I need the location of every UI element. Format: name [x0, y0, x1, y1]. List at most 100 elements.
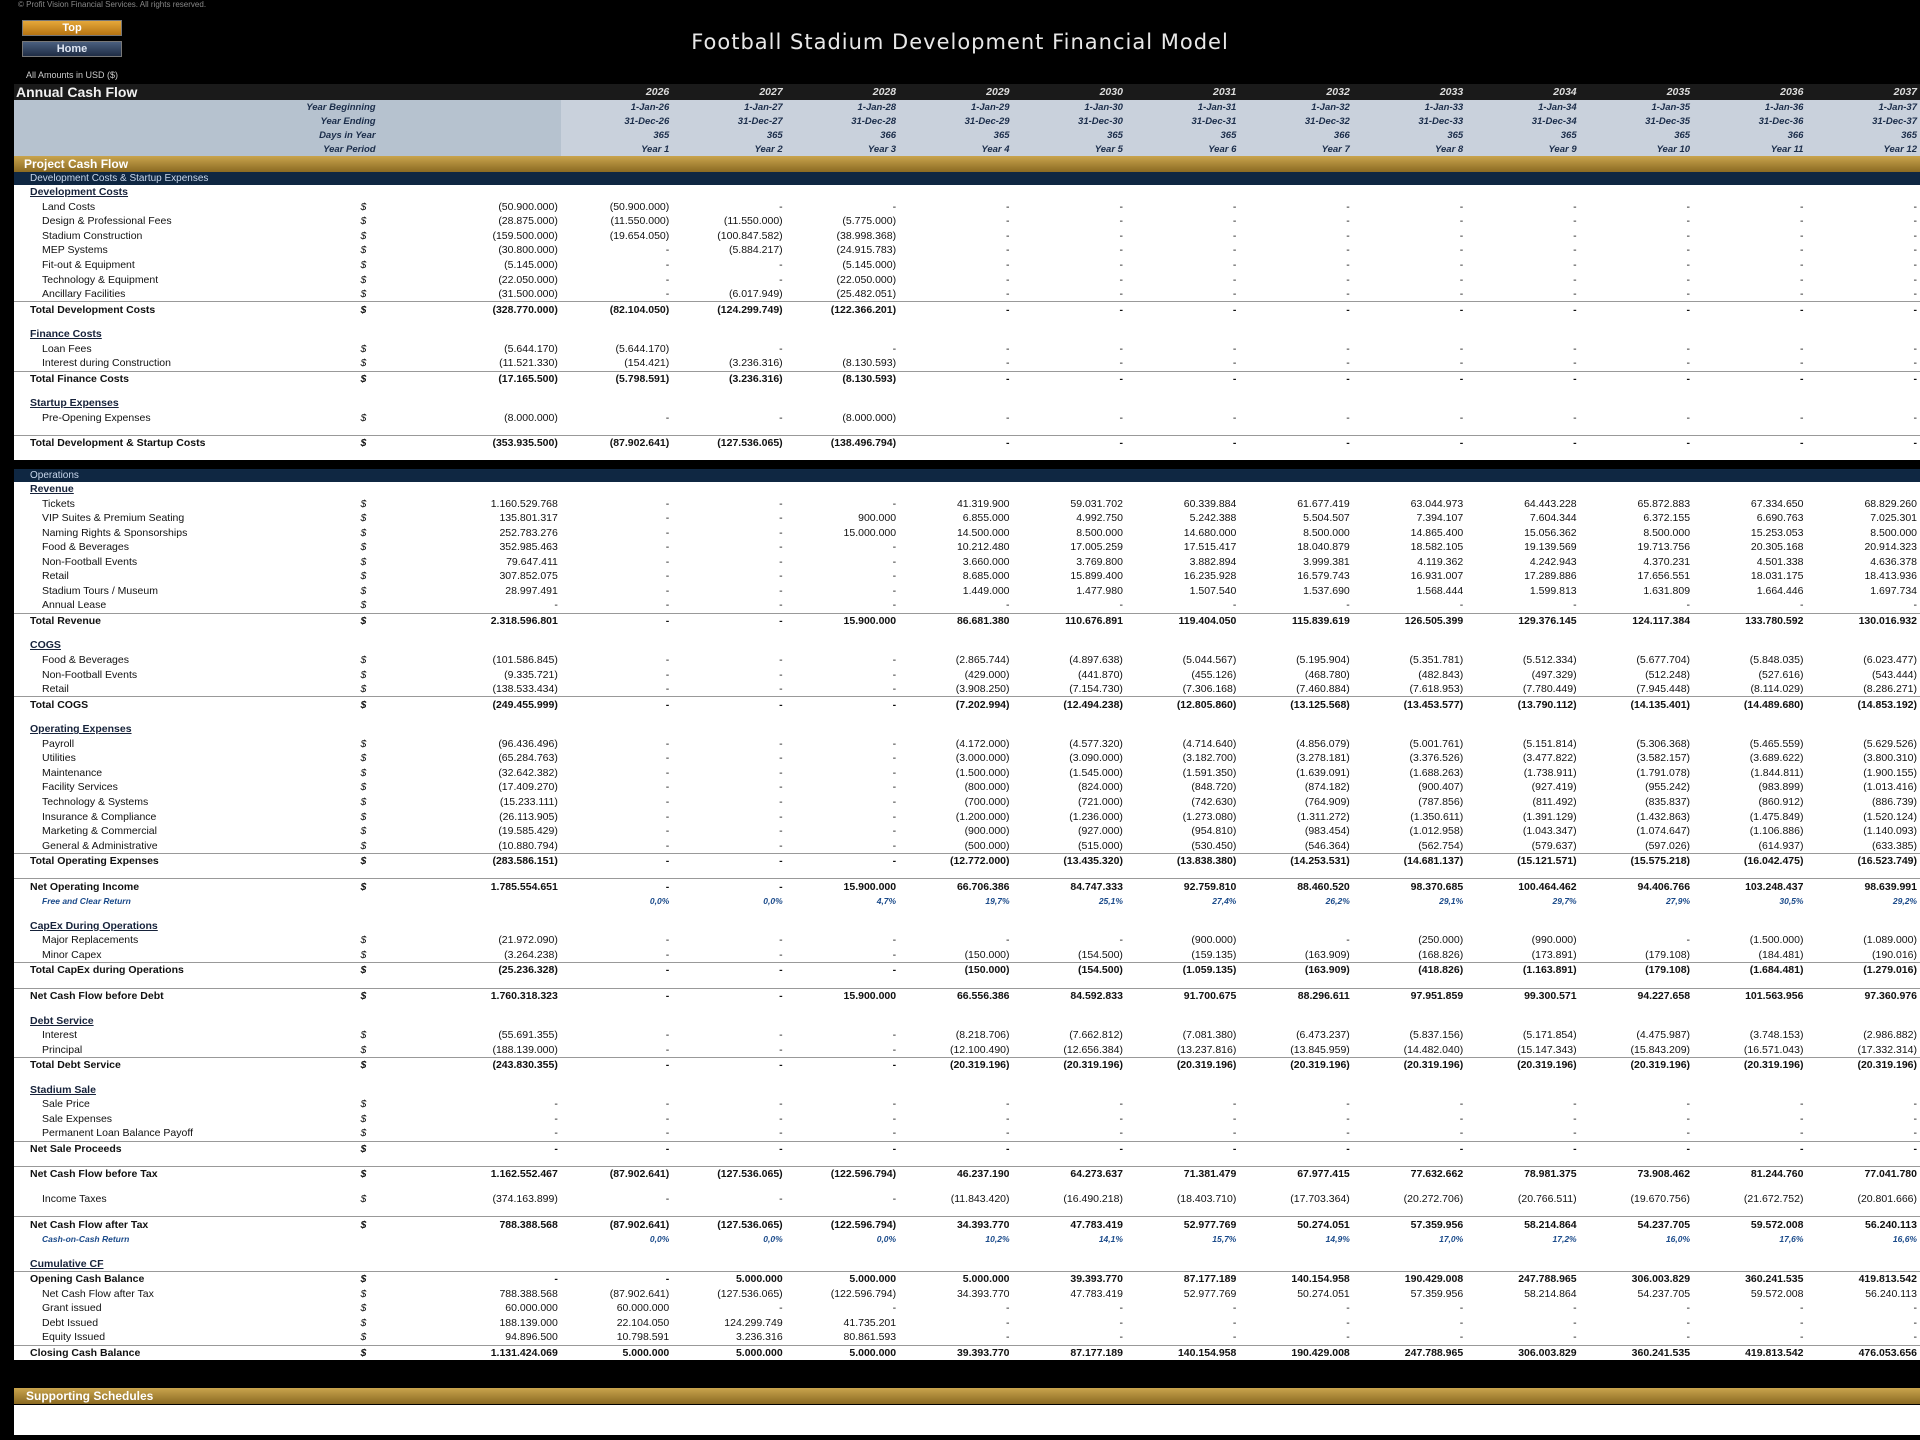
line-item-row: Non-Football Events $ (9.335.721) - - - (429.0… — [14, 667, 1920, 682]
year-value: - — [785, 199, 900, 215]
year-value: (1.900.155) — [1806, 765, 1920, 781]
currency-symbol: $ — [348, 341, 379, 357]
row-total: (5.145.000) — [378, 257, 561, 273]
year-value: 39.393.770 — [1012, 1270, 1126, 1287]
row-total: (374.163.899) — [378, 1191, 561, 1207]
year-value: (179.108) — [1579, 947, 1694, 963]
year-value: 97.360.976 — [1806, 987, 1920, 1004]
row-label: Minor Capex — [14, 947, 349, 963]
year-value: - — [1125, 1096, 1240, 1112]
year-value: - — [1125, 370, 1240, 387]
year-value: (1.639.091) — [1239, 765, 1353, 781]
year-value: 29,2% — [1806, 893, 1920, 909]
timeline-value: 365 — [1012, 128, 1126, 142]
year-value: 15.253.053 — [1693, 525, 1807, 540]
year-value: - — [560, 667, 673, 682]
year-value: (8.130.593) — [785, 370, 900, 387]
year-value: 15.900.000 — [785, 612, 900, 629]
row-label: CapEx During Operations — [14, 918, 1920, 934]
year-value: (512.248) — [1579, 667, 1694, 682]
year-value: - — [560, 681, 673, 697]
year-value: (11.550.000) — [560, 214, 673, 229]
spacer-cell — [348, 84, 379, 100]
line-item-row: Net Cash Flow after Tax $788.388.568 (87.9… — [14, 1286, 1920, 1301]
currency-symbol: $ — [348, 539, 379, 555]
currency-symbol: $ — [348, 780, 379, 795]
year-value: (3.000.000) — [899, 751, 1013, 766]
year-value: 4,7% — [785, 893, 900, 909]
line-item-row: Food & Beverages $352.985.463- - -10.212.48… — [14, 539, 1920, 555]
currency-symbol: $ — [348, 272, 379, 287]
year-value: - — [1125, 1330, 1240, 1346]
row-label: Land Costs — [14, 199, 349, 215]
year-value: - — [1806, 1301, 1920, 1316]
year-value: 476.053.656 — [1806, 1344, 1920, 1361]
year-value: (5.151.814) — [1466, 736, 1580, 752]
year-value: - — [672, 410, 786, 426]
year-value: - — [672, 554, 786, 570]
year-value: - — [1239, 1111, 1353, 1127]
total-row: Total Operating Expenses $ (283.586.151) - -… — [14, 852, 1920, 869]
year-value: - — [785, 1027, 900, 1043]
timeline-value: 365 — [1579, 128, 1694, 142]
row-label: Net Cash Flow before Debt — [14, 987, 349, 1004]
year-value: - — [785, 809, 900, 824]
line-item-row: Permanent Loan Balance Payoff $ - - - - - - - - - -… — [14, 1126, 1920, 1142]
row-total: (26.113.905) — [378, 809, 561, 824]
year-value: - — [1579, 243, 1694, 258]
year-value: (3.582.157) — [1579, 751, 1694, 766]
year-value: (468.780) — [1239, 667, 1353, 682]
year-value: (7.945.448) — [1579, 681, 1694, 697]
year-value: 119.404.050 — [1125, 612, 1240, 629]
year-value: - — [785, 1126, 900, 1142]
year-value: 88.460.520 — [1239, 878, 1353, 894]
year-value: 87.177.189 — [1125, 1270, 1240, 1287]
line-item-row: Land Costs $ (50.900.000) (50.900.000) - - - - -… — [14, 199, 1920, 215]
blank-cell — [14, 316, 1920, 327]
currency-symbol: $ — [348, 1301, 379, 1316]
year-value: 61.677.419 — [1239, 496, 1353, 511]
row-total: (5.644.170) — [378, 341, 561, 357]
year-value: (20.319.196) — [1466, 1056, 1580, 1073]
year-value: - — [1125, 598, 1240, 614]
line-item-row: Technology & Systems $ (15.233.111) - - - (700… — [14, 794, 1920, 810]
year-value: 92.759.810 — [1125, 878, 1240, 894]
year-value: - — [1466, 199, 1580, 215]
year-value: (7.202.994) — [899, 696, 1013, 712]
timeline-row: Year Period Year 1 Year 2 Year 3 Year 4 Year … — [14, 142, 1920, 156]
supporting-schedules-bar[interactable]: Supporting Schedules — [14, 1388, 1920, 1404]
year-value: - — [1125, 286, 1240, 302]
currency-symbol: $ — [348, 751, 379, 766]
year-value: - — [560, 1056, 673, 1073]
year-value: (163.909) — [1239, 962, 1353, 978]
year-value: - — [1352, 370, 1467, 387]
row-label: Development Costs — [14, 185, 1920, 200]
timeline-label: Days in Year — [14, 128, 379, 142]
year-value: - — [1012, 435, 1126, 451]
row-label: Insurance & Compliance — [14, 809, 349, 824]
year-value: (15.121.571) — [1466, 852, 1580, 869]
year-value: (1.106.886) — [1693, 823, 1807, 839]
currency-symbol: $ — [348, 1191, 379, 1207]
year-value: (4.577.320) — [1012, 736, 1126, 752]
year-label: 2035 — [1579, 84, 1694, 100]
year-value: - — [672, 667, 786, 682]
year-value: 58.214.864 — [1466, 1286, 1580, 1301]
year-value: (8.130.593) — [785, 356, 900, 372]
currency-symbol: $ — [348, 838, 379, 854]
row-total: (353.935.500) — [378, 435, 561, 451]
year-value: 15,7% — [1125, 1231, 1240, 1247]
year-value: - — [1239, 356, 1353, 372]
row-total: - — [378, 1270, 561, 1287]
year-value: - — [1693, 1301, 1807, 1316]
year-value: - — [672, 780, 786, 795]
year-value: (900.000) — [1125, 933, 1240, 948]
year-value: 100.464.462 — [1466, 878, 1580, 894]
year-value: (20.766.511) — [1466, 1191, 1580, 1207]
year-value: 54.237.705 — [1579, 1286, 1694, 1301]
year-value: - — [1466, 1140, 1580, 1157]
year-value: - — [672, 765, 786, 781]
group-header-row: Development Costs — [14, 185, 1920, 200]
year-value: 900.000 — [785, 510, 900, 526]
year-value: 86.681.380 — [899, 612, 1013, 629]
